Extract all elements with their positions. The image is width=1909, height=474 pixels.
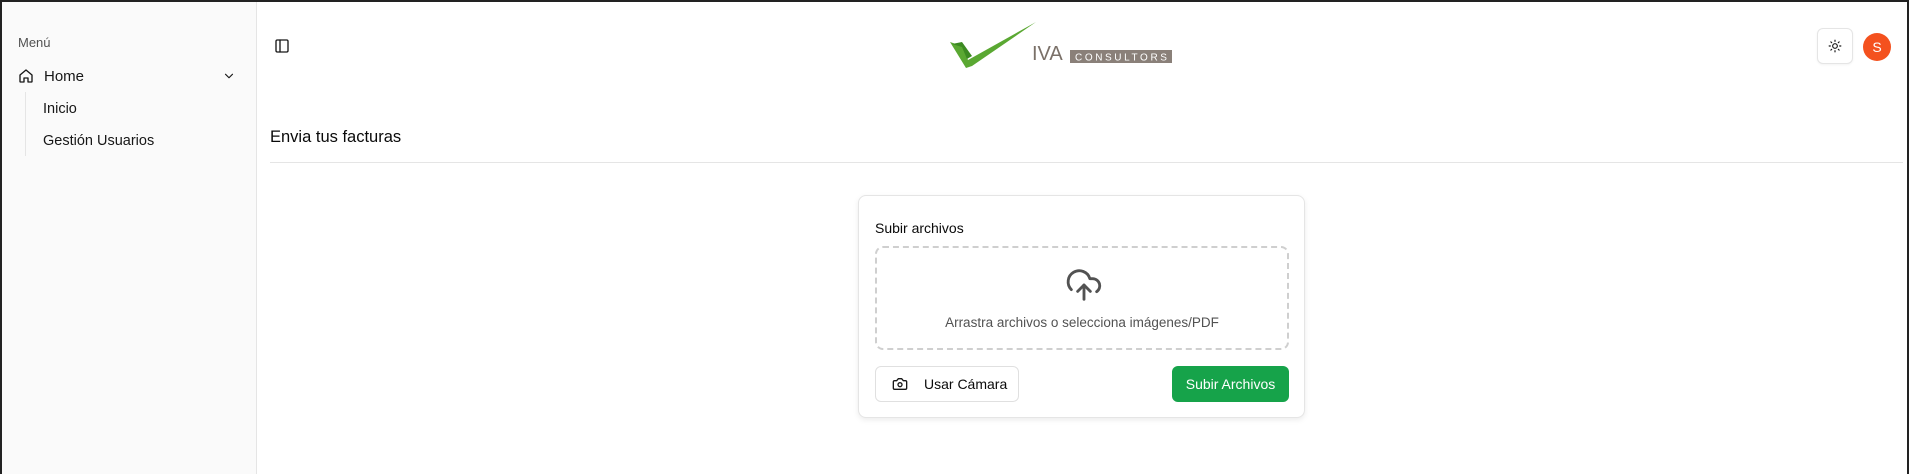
sidebar-group-label: Menú bbox=[18, 35, 51, 50]
home-icon bbox=[18, 68, 34, 84]
use-camera-button[interactable]: Usar Cámara bbox=[875, 366, 1019, 402]
upload-card: Subir archivos Arrastra archivos o selec… bbox=[858, 195, 1305, 418]
logo-letters-iva: IVA bbox=[1032, 43, 1063, 65]
page-title: Envia tus facturas bbox=[270, 128, 402, 146]
brand-logo: IVA CONSULTORS bbox=[948, 20, 1173, 72]
sun-icon bbox=[1828, 39, 1842, 53]
user-avatar[interactable]: S bbox=[1863, 33, 1891, 61]
cloud-upload-icon bbox=[1065, 266, 1103, 304]
sidebar-item-inicio[interactable]: Inicio bbox=[43, 101, 77, 117]
use-camera-label: Usar Cámara bbox=[924, 376, 1008, 392]
upload-card-title: Subir archivos bbox=[875, 220, 964, 236]
sidebar: Menú Home Inicio Gestión Usuarios bbox=[2, 2, 257, 474]
sidebar-submenu: Inicio Gestión Usuarios bbox=[25, 92, 245, 156]
theme-toggle-button[interactable] bbox=[1817, 28, 1853, 64]
dropzone-instructions: Arrastra archivos o selecciona imágenes/… bbox=[945, 315, 1219, 330]
sidebar-item-home-label: Home bbox=[44, 67, 85, 85]
main-content: IVA CONSULTORS S Envia tus facturas Subi… bbox=[258, 2, 1907, 474]
sidebar-item-gestion-usuarios[interactable]: Gestión Usuarios bbox=[43, 133, 154, 149]
sidebar-item-home[interactable]: Home bbox=[12, 62, 244, 90]
header-divider bbox=[270, 162, 1903, 163]
camera-icon bbox=[892, 376, 908, 392]
sidebar-toggle-icon[interactable] bbox=[274, 38, 290, 54]
upload-files-button[interactable]: Subir Archivos bbox=[1172, 366, 1289, 402]
file-dropzone[interactable]: Arrastra archivos o selecciona imágenes/… bbox=[875, 246, 1289, 350]
logo-letters-consultors: CONSULTORS bbox=[1075, 53, 1170, 64]
chevron-down-icon[interactable] bbox=[222, 69, 236, 83]
